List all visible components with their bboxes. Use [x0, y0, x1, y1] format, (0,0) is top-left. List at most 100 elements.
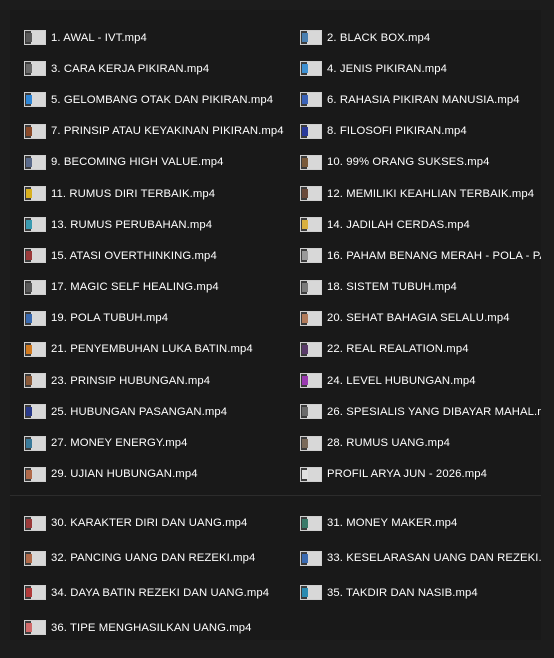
file-item[interactable]: 4. JENIS PIKIRAN.mp4: [286, 53, 541, 84]
video-thumbnail-icon: [24, 373, 46, 389]
file-item[interactable]: 1. AWAL - IVT.mp4: [10, 22, 286, 53]
video-thumbnail-icon: [24, 123, 46, 139]
video-thumbnail-icon: [300, 123, 322, 139]
file-name: 23. PRINSIP HUBUNGAN.mp4: [51, 374, 211, 387]
file-item[interactable]: 9. BECOMING HIGH VALUE.mp4: [10, 147, 286, 178]
file-item[interactable]: 2. BLACK BOX.mp4: [286, 22, 541, 53]
video-thumbnail-icon: [300, 585, 322, 601]
video-thumbnail-icon: [300, 435, 322, 451]
file-item[interactable]: 8. FILOSOFI PIKIRAN.mp4: [286, 116, 541, 147]
file-item[interactable]: 23. PRINSIP HUBUNGAN.mp4: [10, 365, 286, 396]
file-name: 7. PRINSIP ATAU KEYAKINAN PIKIRAN.mp4: [51, 125, 284, 138]
video-thumbnail-icon: [24, 585, 46, 601]
video-thumbnail-icon: [24, 279, 46, 295]
file-name: 6. RAHASIA PIKIRAN MANUSIA.mp4: [327, 93, 520, 106]
file-item[interactable]: 7. PRINSIP ATAU KEYAKINAN PIKIRAN.mp4: [10, 116, 286, 147]
file-item[interactable]: 5. GELOMBANG OTAK DAN PIKIRAN.mp4: [10, 84, 286, 115]
file-name: 19. POLA TUBUH.mp4: [51, 312, 169, 325]
video-thumbnail-icon: [300, 550, 322, 566]
file-name: 2. BLACK BOX.mp4: [327, 31, 431, 44]
file-item[interactable]: 11. RUMUS DIRI TERBAIK.mp4: [10, 178, 286, 209]
file-item[interactable]: 28. RUMUS UANG.mp4: [286, 427, 541, 458]
file-name: 35. TAKDIR DAN NASIB.mp4: [327, 586, 478, 599]
file-item[interactable]: 31. MONEY MAKER.mp4: [286, 506, 541, 541]
file-grid-bottom: 30. KARAKTER DIRI DAN UANG.mp4 31. MONEY …: [10, 506, 541, 640]
file-item[interactable]: 35. TAKDIR DAN NASIB.mp4: [286, 576, 541, 611]
file-name: 12. MEMILIKI KEAHLIAN TERBAIK.mp4: [327, 187, 535, 200]
file-item[interactable]: 34. DAYA BATIN REZEKI DAN UANG.mp4: [10, 576, 286, 611]
file-item[interactable]: 12. MEMILIKI KEAHLIAN TERBAIK.mp4: [286, 178, 541, 209]
file-item[interactable]: 16. PAHAM BENANG MERAH - POLA - PATTERN.…: [286, 240, 541, 271]
file-item[interactable]: 13. RUMUS PERUBAHAN.mp4: [10, 209, 286, 240]
video-thumbnail-icon: [300, 310, 322, 326]
video-thumbnail-icon: [300, 515, 322, 531]
video-thumbnail-icon: [300, 279, 322, 295]
file-item[interactable]: 22. REAL REALATION.mp4: [286, 334, 541, 365]
file-name: 24. LEVEL HUBUNGAN.mp4: [327, 374, 476, 387]
file-item[interactable]: 6. RAHASIA PIKIRAN MANUSIA.mp4: [286, 84, 541, 115]
file-item[interactable]: 36. TIPE MENGHASILKAN UANG.mp4: [10, 610, 286, 640]
file-grid-top: 1. AWAL - IVT.mp4 2. BLACK BOX.mp4 3. CARA…: [10, 22, 541, 490]
video-thumbnail-icon: [300, 154, 322, 170]
video-thumbnail-icon: [24, 154, 46, 170]
video-thumbnail-icon: [300, 341, 322, 357]
file-item[interactable]: 24. LEVEL HUBUNGAN.mp4: [286, 365, 541, 396]
file-name: 16. PAHAM BENANG MERAH - POLA - PATTERN.…: [327, 249, 541, 262]
file-name: 28. RUMUS UANG.mp4: [327, 437, 450, 450]
file-name: 15. ATASI OVERTHINKING.mp4: [51, 249, 217, 262]
file-item[interactable]: 25. HUBUNGAN PASANGAN.mp4: [10, 396, 286, 427]
file-item[interactable]: 17. MAGIC SELF HEALING.mp4: [10, 272, 286, 303]
video-thumbnail-icon: [24, 92, 46, 108]
video-thumbnail-icon: [24, 466, 46, 482]
file-item[interactable]: 14. JADILAH CERDAS.mp4: [286, 209, 541, 240]
file-name: 3. CARA KERJA PIKIRAN.mp4: [51, 62, 210, 75]
file-name: PROFIL ARYA JUN - 2026.mp4: [327, 468, 487, 481]
file-name: 11. RUMUS DIRI TERBAIK.mp4: [51, 187, 216, 200]
file-item[interactable]: 21. PENYEMBUHAN LUKA BATIN.mp4: [10, 334, 286, 365]
file-item[interactable]: 19. POLA TUBUH.mp4: [10, 303, 286, 334]
file-item[interactable]: 18. SISTEM TUBUH.mp4: [286, 272, 541, 303]
file-name: 22. REAL REALATION.mp4: [327, 343, 469, 356]
video-thumbnail-icon: [300, 373, 322, 389]
file-item[interactable]: 15. ATASI OVERTHINKING.mp4: [10, 240, 286, 271]
group-divider: [10, 495, 541, 496]
video-thumbnail-icon: [24, 217, 46, 233]
file-name: 13. RUMUS PERUBAHAN.mp4: [51, 218, 213, 231]
file-name: 17. MAGIC SELF HEALING.mp4: [51, 281, 219, 294]
video-thumbnail-icon: [24, 404, 46, 420]
file-name: 33. KESELARASAN UANG DAN REZEKI.mp4: [327, 552, 541, 565]
file-item[interactable]: 20. SEHAT BAHAGIA SELALU.mp4: [286, 303, 541, 334]
file-name: 10. 99% ORANG SUKSES.mp4: [327, 156, 490, 169]
video-thumbnail-icon: [300, 404, 322, 420]
video-thumbnail-icon: [24, 341, 46, 357]
file-item[interactable]: 26. SPESIALIS YANG DIBAYAR MAHAL.mp4: [286, 396, 541, 427]
file-name: 31. MONEY MAKER.mp4: [327, 517, 458, 530]
file-item[interactable]: 32. PANCING UANG DAN REZEKI.mp4: [10, 541, 286, 576]
video-thumbnail-icon: [300, 61, 322, 77]
file-name: 25. HUBUNGAN PASANGAN.mp4: [51, 405, 228, 418]
file-name: 34. DAYA BATIN REZEKI DAN UANG.mp4: [51, 586, 270, 599]
file-name: 20. SEHAT BAHAGIA SELALU.mp4: [327, 312, 510, 325]
file-name: 9. BECOMING HIGH VALUE.mp4: [51, 156, 224, 169]
file-name: 5. GELOMBANG OTAK DAN PIKIRAN.mp4: [51, 93, 274, 106]
file-item[interactable]: 27. MONEY ENERGY.mp4: [10, 427, 286, 458]
file-item[interactable]: 3. CARA KERJA PIKIRAN.mp4: [10, 53, 286, 84]
video-thumbnail-icon: [300, 217, 322, 233]
file-name: 26. SPESIALIS YANG DIBAYAR MAHAL.mp4: [327, 405, 541, 418]
file-name: 21. PENYEMBUHAN LUKA BATIN.mp4: [51, 343, 253, 356]
video-thumbnail-icon: [300, 92, 322, 108]
video-thumbnail-icon: [300, 186, 322, 202]
video-thumbnail-icon: [24, 550, 46, 566]
file-item[interactable]: 10. 99% ORANG SUKSES.mp4: [286, 147, 541, 178]
video-thumbnail-icon: [300, 248, 322, 264]
file-item[interactable]: 33. KESELARASAN UANG DAN REZEKI.mp4: [286, 541, 541, 576]
file-name: 14. JADILAH CERDAS.mp4: [327, 218, 470, 231]
file-item[interactable]: 30. KARAKTER DIRI DAN UANG.mp4: [10, 506, 286, 541]
file-list-panel: 1. AWAL - IVT.mp4 2. BLACK BOX.mp4 3. CARA…: [10, 10, 541, 640]
file-item[interactable]: 29. UJIAN HUBUNGAN.mp4: [10, 459, 286, 490]
file-item[interactable]: PROFIL ARYA JUN - 2026.mp4: [286, 459, 541, 490]
file-name: 30. KARAKTER DIRI DAN UANG.mp4: [51, 517, 248, 530]
file-name: 4. JENIS PIKIRAN.mp4: [327, 62, 448, 75]
file-name: 36. TIPE MENGHASILKAN UANG.mp4: [51, 621, 252, 634]
video-thumbnail-icon: [24, 310, 46, 326]
